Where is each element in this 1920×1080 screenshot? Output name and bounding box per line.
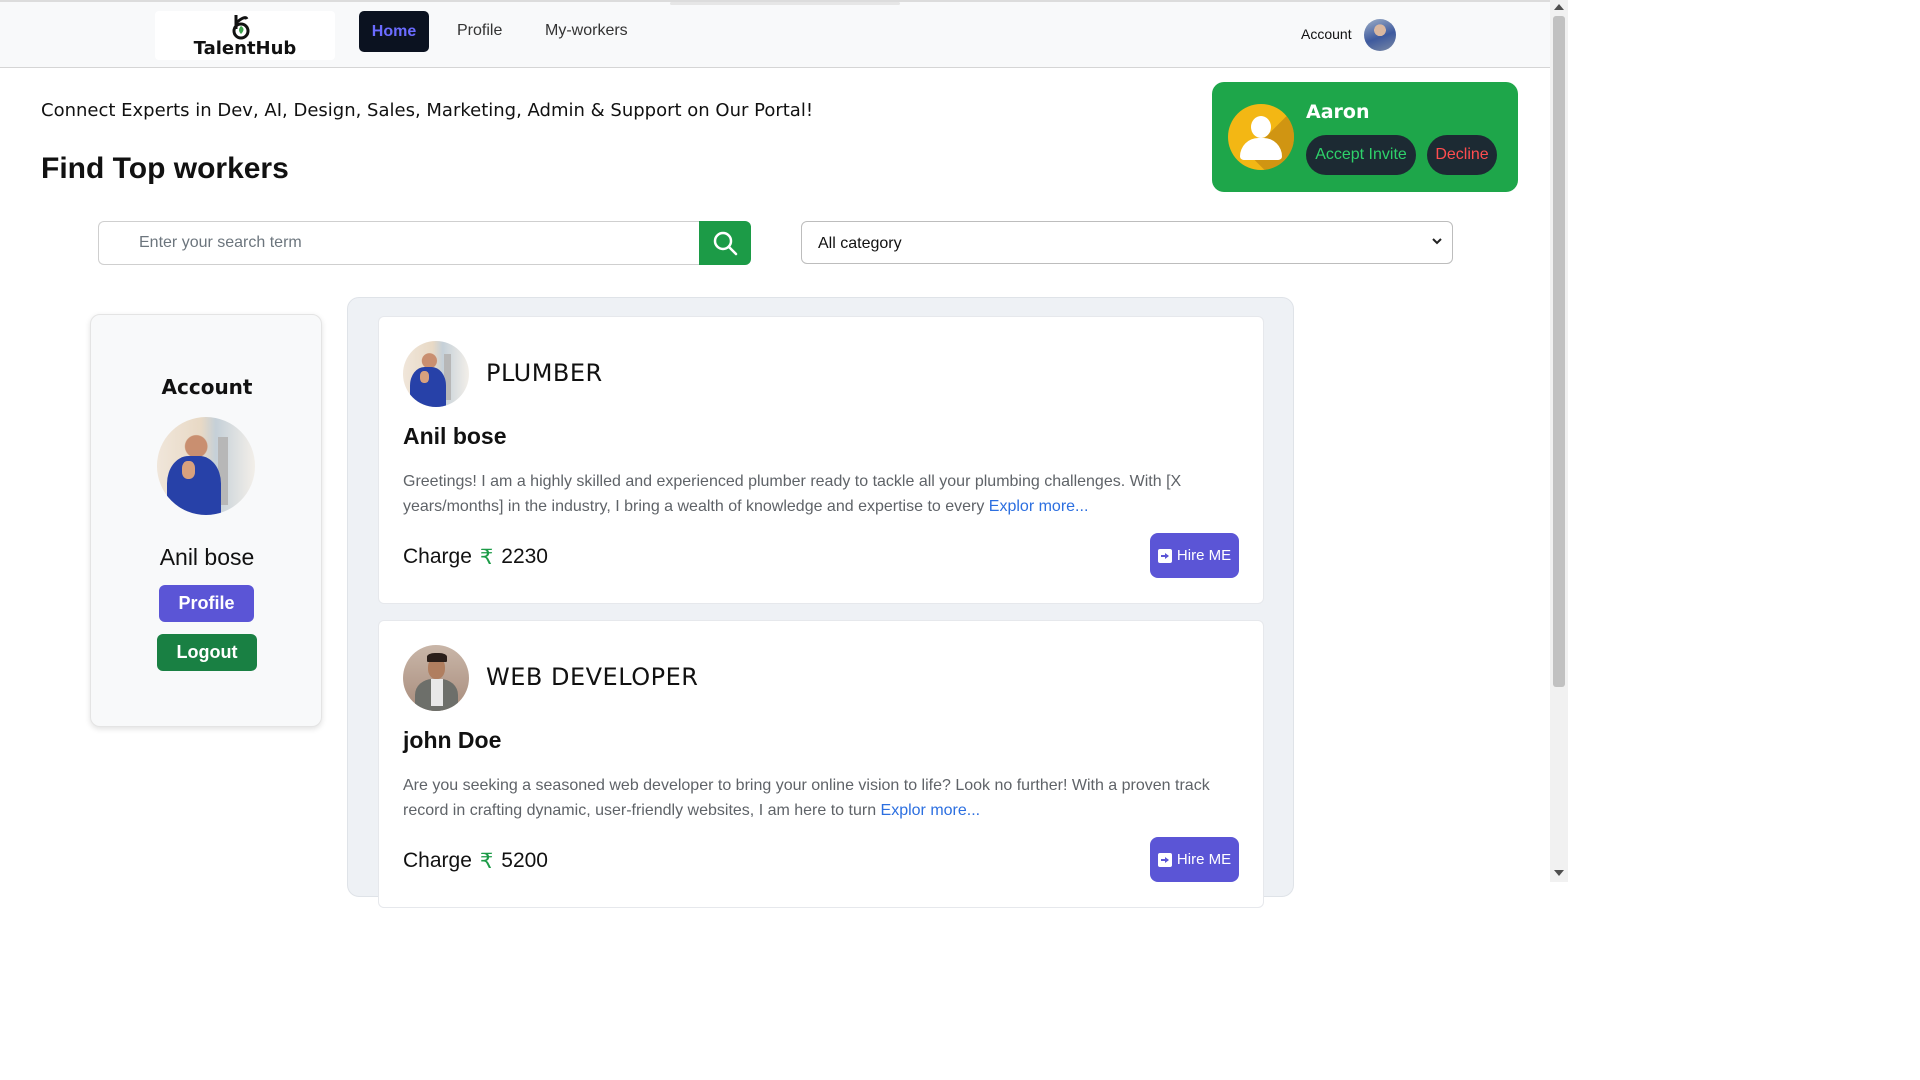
nav-my-workers-link[interactable]: My-workers <box>545 22 628 40</box>
nav-profile-link[interactable]: Profile <box>457 22 502 40</box>
top-navbar: TalentHub Home Profile My-workers Accoun… <box>0 0 1550 68</box>
chevron-down-icon <box>1432 238 1442 245</box>
scroll-down-icon[interactable] <box>1554 870 1564 876</box>
brand-logo[interactable]: TalentHub <box>155 11 335 60</box>
hire-me-button[interactable]: Hire ME <box>1150 837 1239 882</box>
hire-me-button[interactable]: Hire ME <box>1150 533 1239 578</box>
hire-me-label: Hire ME <box>1176 851 1232 868</box>
decline-invite-button[interactable]: Decline <box>1427 135 1497 175</box>
rupee-icon: ₹ <box>479 849 494 873</box>
brand-name: TalentHub <box>193 38 297 59</box>
top-scroll-indicator <box>670 2 900 5</box>
account-avatar-large <box>157 417 255 515</box>
worker-card: WEB DEVELOPER john Doe Are you seeking a… <box>378 620 1264 908</box>
account-card-title: Account <box>161 375 253 399</box>
page-title: Find Top workers <box>41 152 289 185</box>
category-select[interactable]: All category <box>801 221 1453 264</box>
page-tagline: Connect Experts in Dev, AI, Design, Sale… <box>41 100 814 121</box>
worker-role: WEB DEVELOPER <box>486 663 699 691</box>
worker-name: john Doe <box>403 727 502 753</box>
account-menu-label[interactable]: Account <box>1301 26 1352 42</box>
worker-description: Greetings! I am a highly skilled and exp… <box>403 469 1243 519</box>
hire-arrow-icon <box>1157 852 1172 867</box>
charge-label: Charge <box>403 849 472 872</box>
user-placeholder-icon <box>1228 104 1294 170</box>
hire-me-label: Hire ME <box>1176 547 1232 564</box>
charge-label: Charge <box>403 545 472 568</box>
worker-card: PLUMBER Anil bose Greetings! I am a high… <box>378 316 1264 604</box>
worker-name: Anil bose <box>403 423 507 449</box>
category-selected-value: All category <box>818 235 902 252</box>
hire-arrow-icon <box>1157 548 1172 563</box>
search-icon <box>713 231 738 256</box>
explore-more-link[interactable]: Explor more... <box>881 802 981 819</box>
explore-more-link[interactable]: Explor more... <box>989 498 1089 515</box>
search-button[interactable] <box>699 221 751 265</box>
scroll-up-icon[interactable] <box>1554 4 1564 10</box>
rupee-icon: ₹ <box>479 545 494 569</box>
charge-amount: 2230 <box>501 545 548 568</box>
worker-charge: Charge ₹ 5200 <box>403 849 548 873</box>
profile-button[interactable]: Profile <box>159 585 254 622</box>
search-field <box>98 221 700 265</box>
worker-description-text: Are you seeking a seasoned web developer… <box>403 777 1210 819</box>
charge-amount: 5200 <box>501 849 548 872</box>
worker-avatar <box>403 341 469 407</box>
worker-description: Are you seeking a seasoned web developer… <box>403 773 1243 823</box>
search-input[interactable] <box>139 234 679 252</box>
invite-sender-name: Aaron <box>1306 101 1370 123</box>
account-user-name: Anil bose <box>159 544 255 570</box>
worker-list: PLUMBER Anil bose Greetings! I am a high… <box>347 297 1294 908</box>
account-avatar[interactable] <box>1364 19 1396 51</box>
logout-button[interactable]: Logout <box>157 634 257 671</box>
worker-role: PLUMBER <box>486 359 603 387</box>
scrollbar-thumb[interactable] <box>1553 16 1565 687</box>
talenthub-logo-icon <box>232 15 250 40</box>
account-card: Account Anil bose Profile Logout <box>90 314 322 727</box>
nav-home-link[interactable]: Home <box>359 11 429 52</box>
invite-notification: Aaron Accept Invite Decline <box>1212 82 1518 192</box>
worker-avatar <box>403 645 469 711</box>
accept-invite-button[interactable]: Accept Invite <box>1306 135 1416 175</box>
worker-charge: Charge ₹ 2230 <box>403 545 548 569</box>
page-scrollbar[interactable] <box>1550 0 1568 882</box>
